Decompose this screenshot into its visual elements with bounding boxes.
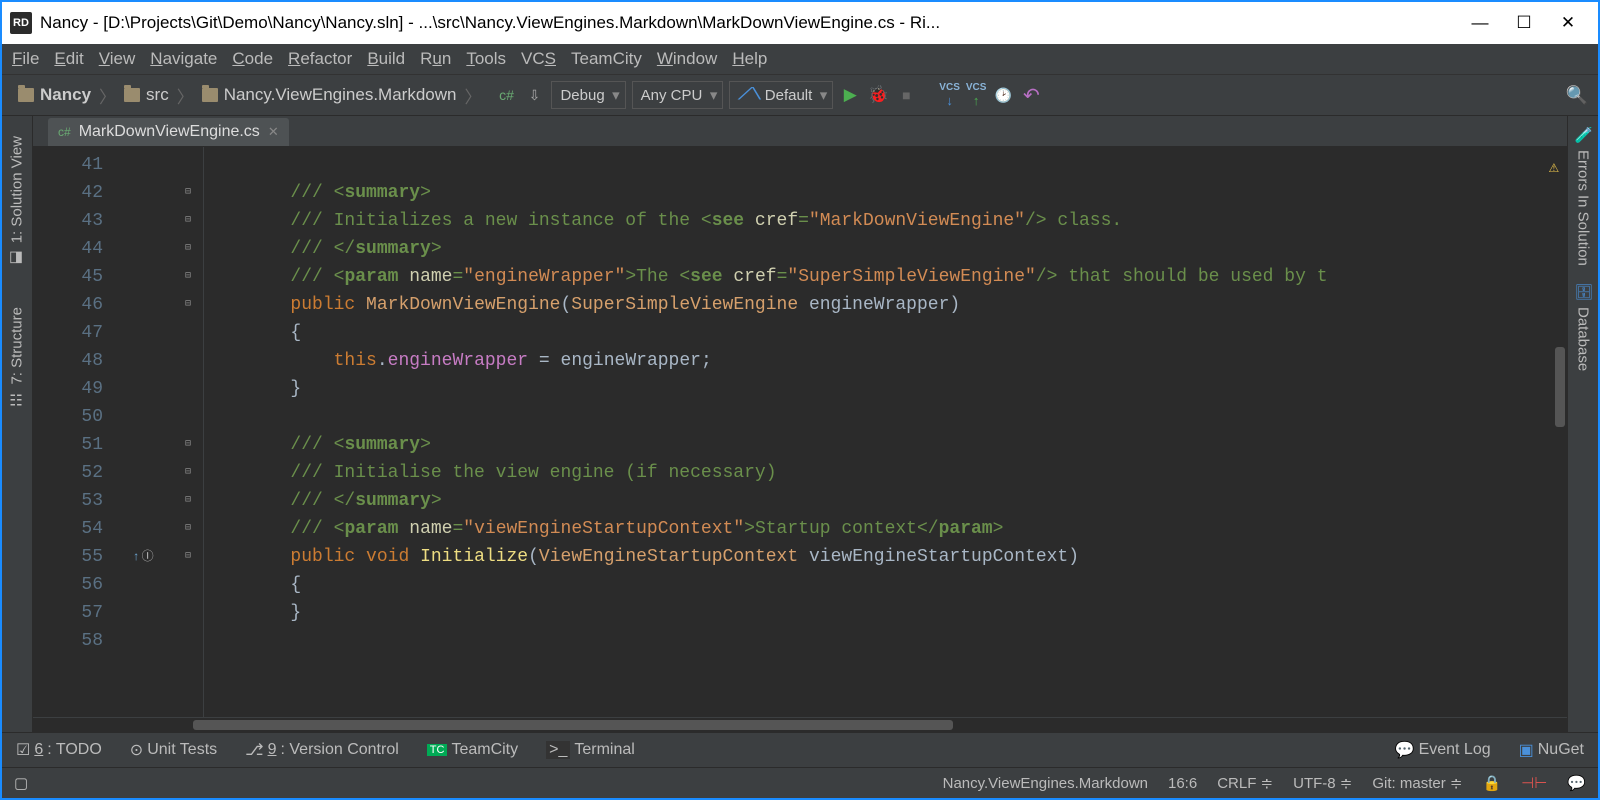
minimize-button[interactable]: — <box>1458 7 1502 39</box>
toolwin-structure[interactable]: ☷7: Structure <box>8 307 26 409</box>
cs-file-icon: c# <box>58 125 71 139</box>
toolwin-terminal[interactable]: >_ Terminal <box>546 741 635 759</box>
toolwin-todo[interactable]: ☑ 66: TODO: TODO <box>16 740 102 760</box>
menu-build[interactable]: Build <box>367 49 405 69</box>
toolwin-solution[interactable]: ◧1: Solution View <box>8 136 26 267</box>
breadcrumb[interactable]: Nancy 〉 src 〉 Nancy.ViewEngines.Markdown… <box>12 83 489 108</box>
toolwin-eventlog[interactable]: 💬 Event Log <box>1395 740 1491 760</box>
platform-combo[interactable]: Any CPU <box>632 81 724 109</box>
vertical-scrollbar[interactable] <box>1555 347 1565 427</box>
run-target-combo[interactable]: ⟋⟍Default <box>729 81 833 109</box>
toolwin-database[interactable]: 🗄Database <box>1574 282 1592 371</box>
status-lock-icon[interactable]: 🔒 <box>1482 774 1501 792</box>
tab-markdown-viewengine[interactable]: c# MarkDownViewEngine.cs ✕ <box>48 118 289 146</box>
menu-code[interactable]: Code <box>232 49 273 69</box>
left-tool-strip: ◧1: Solution View ☷7: Structure <box>2 116 33 732</box>
menu-refactor[interactable]: Refactor <box>288 49 352 69</box>
menubar: File Edit View Navigate Code Refactor Bu… <box>2 44 1598 75</box>
menu-teamcity[interactable]: TeamCity <box>571 49 642 69</box>
status-pos[interactable]: 16:6 <box>1168 775 1197 792</box>
close-button[interactable]: ✕ <box>1546 7 1590 39</box>
folder-icon <box>202 88 218 102</box>
toolwin-unittests[interactable]: ⊙ Unit Tests <box>130 740 217 760</box>
maximize-button[interactable]: ☐ <box>1502 7 1546 39</box>
debug-button[interactable]: 🐞 <box>867 84 889 106</box>
menu-window[interactable]: Window <box>657 49 717 69</box>
fold-gutter[interactable]: ⊟⊟⊟⊟⊟⊟⊟⊟⊟⊟ <box>173 147 204 717</box>
menu-navigate[interactable]: Navigate <box>150 49 217 69</box>
bottom-tool-strip: ☑ 66: TODO: TODO ⊙ Unit Tests ⎇ 9: Versi… <box>2 732 1598 767</box>
stop-button[interactable]: ■ <box>895 84 917 106</box>
status-toolwindows-icon[interactable]: ▢ <box>14 774 28 792</box>
toolwin-nuget[interactable]: ▣ NuGet <box>1519 740 1584 760</box>
code-editor[interactable]: ⚠ 414243444546474849505152535455565758 ↑… <box>33 147 1567 717</box>
menu-edit[interactable]: Edit <box>54 49 83 69</box>
revert-icon[interactable]: ↶ <box>1020 84 1042 106</box>
toolwin-vcs[interactable]: ⎇ 9: Version Control <box>245 740 399 760</box>
status-indicator-icon[interactable]: ⊣⊢ <box>1521 774 1547 792</box>
editor-tabs: c# MarkDownViewEngine.cs ✕ <box>33 116 1567 147</box>
menu-help[interactable]: Help <box>732 49 767 69</box>
app-logo: RD <box>10 12 32 34</box>
vcs-commit-button[interactable]: VCS↑ <box>966 82 987 108</box>
run-button[interactable]: ▶ <box>839 84 861 106</box>
menu-vcs[interactable]: VCS <box>521 49 556 69</box>
warning-icon[interactable]: ⚠ <box>1549 155 1559 183</box>
right-tool-strip: 🧪Errors In Solution 🗄Database <box>1567 116 1598 732</box>
configuration-combo[interactable]: Debug <box>551 81 625 109</box>
status-notif-icon[interactable]: 💬 <box>1567 774 1586 792</box>
menu-view[interactable]: View <box>99 49 136 69</box>
folder-icon <box>18 88 34 102</box>
statusbar: ▢ Nancy.ViewEngines.Markdown 16:6 CRLF ≑… <box>2 767 1598 798</box>
toolwin-teamcity[interactable]: TC TeamCity <box>427 741 518 759</box>
menu-file[interactable]: File <box>12 49 39 69</box>
status-eol[interactable]: CRLF ≑ <box>1217 774 1273 792</box>
status-git[interactable]: Git: master ≑ <box>1372 774 1462 792</box>
menu-tools[interactable]: Tools <box>466 49 506 69</box>
tab-label: MarkDownViewEngine.cs <box>79 123 260 141</box>
search-icon[interactable]: 🔍 <box>1566 84 1588 106</box>
history-icon[interactable]: 🕑 <box>992 84 1014 106</box>
vcs-update-button[interactable]: VCS↓ <box>939 82 960 108</box>
file-cs-icon[interactable]: c# <box>495 84 517 106</box>
crumb-project[interactable]: Nancy.ViewEngines.Markdown <box>224 85 457 105</box>
crumb-src[interactable]: src <box>146 85 169 105</box>
status-enc[interactable]: UTF-8 ≑ <box>1293 774 1352 792</box>
titlebar: RD Nancy - [D:\Projects\Git\Demo\Nancy\N… <box>2 2 1598 44</box>
menu-run[interactable]: Run <box>420 49 451 69</box>
download-icon[interactable]: ⇩ <box>523 84 545 106</box>
window-title: Nancy - [D:\Projects\Git\Demo\Nancy\Nanc… <box>40 13 1458 33</box>
horizontal-scrollbar[interactable] <box>33 717 1567 732</box>
tab-close-icon[interactable]: ✕ <box>268 124 279 140</box>
line-numbers: 414243444546474849505152535455565758 <box>33 147 113 717</box>
status-file: Nancy.ViewEngines.Markdown <box>943 775 1148 792</box>
net-logo-icon: ⟋⟍ <box>738 86 760 104</box>
editor-area: c# MarkDownViewEngine.cs ✕ ⚠ 41424344454… <box>33 116 1567 732</box>
crumb-root[interactable]: Nancy <box>40 85 91 105</box>
folder-icon <box>124 88 140 102</box>
toolbar: Nancy 〉 src 〉 Nancy.ViewEngines.Markdown… <box>2 75 1598 116</box>
code-content[interactable]: /// <summary> /// Initializes a new inst… <box>204 147 1567 717</box>
gutter-icons: ↑Ⓘ <box>113 147 173 717</box>
toolwin-errors[interactable]: 🧪Errors In Solution <box>1574 126 1592 266</box>
